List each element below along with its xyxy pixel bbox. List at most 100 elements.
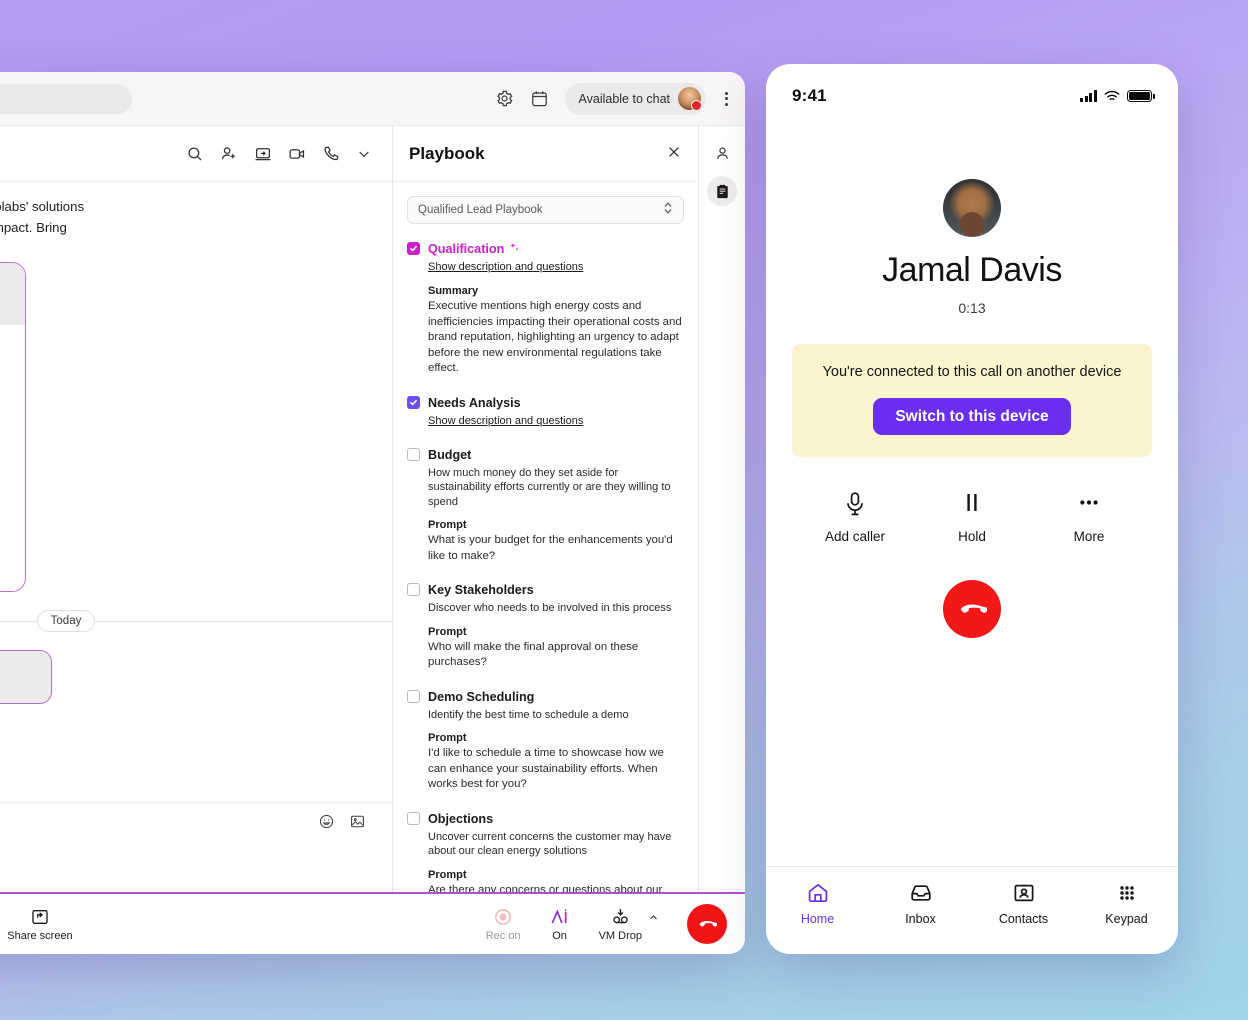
composer-tools	[318, 813, 366, 830]
phone-call-icon[interactable]	[322, 145, 340, 163]
calendar-icon[interactable]	[530, 89, 549, 108]
playbook-item-title: Budget	[428, 447, 472, 462]
search-icon[interactable]	[186, 145, 204, 163]
inbox-icon	[910, 885, 931, 901]
message-composer-input[interactable]	[0, 650, 52, 704]
call-action-label: On	[552, 929, 567, 942]
page-title: Playbook	[409, 143, 485, 163]
call-action-vm-drop[interactable]: VM Drop	[585, 907, 673, 942]
avatar[interactable]	[678, 87, 702, 111]
playbook-item-block: Prompt I'd like to schedule a time to sho…	[428, 731, 684, 793]
status-label: Available to chat	[578, 91, 671, 106]
playbook-item-description: Discover who needs to be involved in thi…	[428, 602, 672, 614]
playbook-item-block: Prompt Who will make the final approval o…	[428, 625, 684, 671]
close-icon[interactable]	[666, 144, 682, 163]
clipboard-icon[interactable]	[707, 176, 737, 206]
tab-label: Keypad	[1105, 912, 1148, 926]
playbook-checkbox[interactable]	[407, 583, 420, 596]
right-icon-rail	[699, 126, 745, 892]
conversation-header	[0, 126, 392, 182]
playbook-item-block: Summary Executive mentions high energy co…	[428, 284, 684, 377]
playbook-item-head[interactable]: Budget	[407, 446, 684, 464]
topbar-right-group: Available to chat	[495, 82, 732, 115]
ai-icon	[551, 908, 567, 923]
emoji-icon[interactable]	[318, 813, 335, 830]
status-badge[interactable]: Available to chat	[564, 82, 706, 115]
switch-to-this-device-button[interactable]: Switch to this device	[873, 398, 1071, 435]
playbook-select[interactable]: Qualified Lead Playbook	[407, 196, 684, 224]
playbook-block-text: I'd like to schedule a time to showcase …	[428, 747, 664, 790]
chevron-up-icon[interactable]	[648, 912, 659, 923]
chevron-updown-icon	[663, 201, 673, 219]
pause-icon	[967, 494, 977, 511]
playbook-checkbox[interactable]	[407, 447, 420, 461]
playbook-checkbox[interactable]	[407, 811, 420, 825]
tab-home[interactable]: Home	[766, 881, 869, 926]
keypad-icon	[1119, 886, 1134, 900]
kebab-menu-icon[interactable]	[722, 88, 731, 110]
tab-inbox[interactable]: Inbox	[869, 881, 972, 926]
playbook-item-head[interactable]: Demo Scheduling	[407, 688, 684, 706]
playbook-item-head[interactable]: Needs Analysis	[407, 394, 684, 412]
phone-time: 9:41	[792, 86, 827, 105]
playbook-scroll[interactable]: Qualified Lead Playbook Qualification Sho…	[393, 182, 698, 892]
playbook-item-head[interactable]: Qualification	[407, 240, 684, 258]
playbook-select-value: Qualified Lead Playbook	[418, 204, 543, 216]
playbook-item: Needs Analysis Show description and quest…	[407, 394, 684, 429]
desktop-topbar: Search Dialpad Available to chat	[0, 72, 745, 126]
playbook-block-text: What is your budget for the enhancements…	[428, 534, 673, 562]
ai-card-paragraph: a from Aerolabs called Jamal of Right Pa…	[0, 341, 3, 509]
call-action-share-screen[interactable]: Share screen	[0, 907, 87, 942]
screen-share-icon[interactable]	[254, 145, 272, 163]
playbook-item-toggle[interactable]: Show description and questions	[428, 260, 684, 275]
playbook-item: Objections Uncover current concerns the c…	[407, 810, 684, 892]
playbook-item-toggle[interactable]: Show description and questions	[428, 414, 684, 429]
phone-status-bar: 9:41	[766, 64, 1178, 118]
call-action-ai[interactable]: On	[535, 907, 585, 942]
separator-line-left	[0, 620, 37, 622]
playbook-item-head[interactable]: Key Stakeholders	[407, 581, 684, 599]
call-action-label: VM Drop	[598, 929, 642, 942]
playbook-panel: Playbook Qualified Lead Playbook Qualifi…	[393, 126, 699, 892]
ai-card-followup: ck tomorrow at 3pm.	[0, 525, 3, 546]
search-input[interactable]: Search Dialpad	[0, 83, 132, 114]
phone-action-label: More	[1073, 529, 1105, 544]
chevron-down-icon[interactable]	[356, 146, 372, 162]
end-call-button[interactable]	[687, 904, 727, 944]
person-icon[interactable]	[707, 138, 737, 168]
tab-keypad[interactable]: Keypad	[1075, 881, 1178, 926]
tab-contacts[interactable]: Contacts	[972, 881, 1075, 926]
end-call-button[interactable]	[943, 580, 1001, 638]
playbook-item-title: Key Stakeholders	[428, 583, 534, 597]
video-call-icon[interactable]	[288, 145, 306, 163]
playbook-block-text: Executive mentions high energy costs and…	[428, 300, 682, 374]
playbook-checkbox[interactable]	[407, 242, 420, 255]
call-action-label: Rec on	[485, 929, 521, 942]
mobile-phone-panel: 9:41 Jamal Davis 0:13 You're connected t…	[766, 64, 1178, 954]
phone-action-more[interactable]: More	[1041, 491, 1137, 544]
playbook-checkbox[interactable]	[407, 689, 420, 703]
playbook-item-title: Needs Analysis	[428, 395, 521, 410]
add-person-icon[interactable]	[220, 145, 238, 163]
call-action-record[interactable]: Rec on	[472, 907, 535, 942]
playbook-block-label: Prompt	[428, 868, 467, 881]
image-icon[interactable]	[349, 813, 366, 830]
playbook-checkbox[interactable]	[407, 395, 420, 409]
phone-action-hold[interactable]: Hold	[924, 491, 1020, 544]
playbook-block-label: Prompt	[428, 519, 467, 531]
end-call-icon	[699, 921, 717, 927]
call-toolbar: Transfer Keypad Add participant Share sc…	[0, 892, 745, 954]
conversation-scroll[interactable]: s afternoon at 3pm PST. I'll go over Aer…	[0, 182, 392, 802]
playbook-block-label: Prompt	[428, 625, 467, 638]
more-dots-icon	[1080, 500, 1098, 505]
caller-name: Jamal Davis	[882, 251, 1062, 289]
cellular-bars-icon	[1080, 90, 1097, 102]
playbook-item-description: Uncover current concerns the customer ma…	[428, 830, 672, 858]
phone-action-add-caller[interactable]: Add caller	[807, 491, 903, 544]
playbook-item-head[interactable]: Objections	[407, 810, 684, 828]
call-duration: 0:13	[958, 300, 986, 316]
playbook-item: Key Stakeholders Discover who needs to be…	[407, 581, 684, 671]
playbook-block-label: Summary	[428, 285, 479, 297]
playbook-item: Qualification Show description and questi…	[407, 240, 684, 377]
gear-icon[interactable]	[495, 89, 514, 108]
